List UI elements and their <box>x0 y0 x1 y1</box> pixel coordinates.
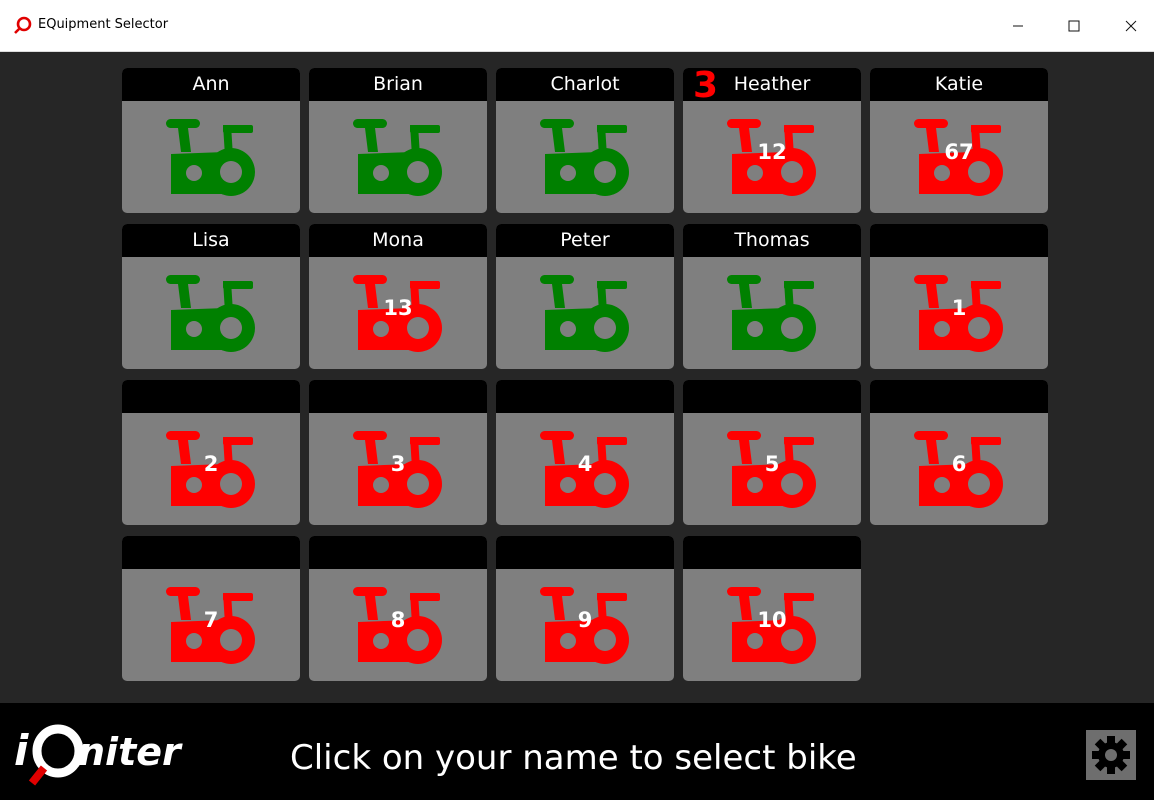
bike-number: 3 <box>390 452 406 476</box>
tile-name-label: Mona <box>309 224 487 257</box>
bike-tile[interactable]: Brian <box>309 68 487 213</box>
tile-name-label: Brian <box>309 68 487 101</box>
tile-name-label <box>870 224 1048 257</box>
bike-number: 5 <box>764 452 780 476</box>
bike-tile[interactable]: 8 <box>309 536 487 681</box>
bike-tile[interactable]: 2 <box>122 380 300 525</box>
bike-number: 6 <box>951 452 967 476</box>
bike-tile[interactable]: 9 <box>496 536 674 681</box>
maximize-icon <box>1068 20 1080 32</box>
tile-name-label <box>870 380 1048 413</box>
settings-button[interactable] <box>1086 730 1136 780</box>
gear-icon <box>1092 736 1130 774</box>
minimize-button[interactable] <box>995 0 1041 52</box>
tile-name-label: Katie <box>870 68 1048 101</box>
bike-tile[interactable]: 1 <box>870 224 1048 369</box>
bike-tile[interactable]: Charlot <box>496 68 674 213</box>
exercise-bike-icon <box>166 119 255 196</box>
close-icon <box>1125 20 1137 32</box>
bike-tile[interactable]: Ann <box>122 68 300 213</box>
exercise-bike-icon <box>353 119 442 196</box>
bike-tile[interactable]: 10 <box>683 536 861 681</box>
bike-tile[interactable]: 7 <box>122 536 300 681</box>
bike-number: 10 <box>757 608 787 632</box>
bike-tile[interactable]: Lisa <box>122 224 300 369</box>
equipment-grid: Ann Brian Charlot Heather 12 Katie 67 Lisa Mona 1… <box>0 53 1154 703</box>
iqniter-logo: i niter <box>14 724 183 786</box>
bike-number: 67 <box>944 140 974 164</box>
tile-name-label <box>496 536 674 569</box>
bike-tile[interactable]: Mona 13 <box>309 224 487 369</box>
tile-name-label <box>122 536 300 569</box>
app-logo-icon <box>14 16 32 34</box>
exercise-bike-icon <box>727 275 816 352</box>
bike-tile[interactable]: 5 <box>683 380 861 525</box>
exercise-bike-icon <box>540 275 629 352</box>
window-title: EQuipment Selector <box>38 17 169 32</box>
instruction-text: Click on your name to select bike <box>290 738 857 778</box>
bike-number: 13 <box>383 296 413 320</box>
tile-name-label <box>309 536 487 569</box>
close-button[interactable] <box>1108 0 1154 52</box>
tile-name-label: Ann <box>122 68 300 101</box>
tile-name-label: Peter <box>496 224 674 257</box>
tile-name-label: Charlot <box>496 68 674 101</box>
footer-bar: i niter Click on your name to select bik… <box>0 703 1154 800</box>
bike-number: 2 <box>203 452 219 476</box>
bike-tile[interactable]: 3 <box>309 380 487 525</box>
bike-tile[interactable]: Peter <box>496 224 674 369</box>
exercise-bike-icon <box>540 119 629 196</box>
bike-number: 9 <box>577 608 593 632</box>
tile-name-label <box>122 380 300 413</box>
bike-tile[interactable]: Thomas <box>683 224 861 369</box>
selection-count-badge: 3 <box>693 65 719 106</box>
maximize-button[interactable] <box>1051 0 1097 52</box>
bike-tile[interactable]: 6 <box>870 380 1048 525</box>
title-bar: EQuipment Selector <box>0 0 1154 52</box>
bike-tile[interactable]: 4 <box>496 380 674 525</box>
tile-name-label <box>309 380 487 413</box>
exercise-bike-icon <box>166 275 255 352</box>
bike-number: 7 <box>203 608 219 632</box>
bike-number: 1 <box>951 296 967 320</box>
bike-tile[interactable]: Katie 67 <box>870 68 1048 213</box>
bike-number: 12 <box>757 140 787 164</box>
svg-text:niter: niter <box>78 730 183 774</box>
tile-name-label <box>683 380 861 413</box>
bike-number: 8 <box>390 608 406 632</box>
tile-name-label <box>496 380 674 413</box>
svg-text:i: i <box>14 726 29 775</box>
tile-name-label: Thomas <box>683 224 861 257</box>
minimize-icon <box>1013 25 1023 27</box>
tile-name-label: Lisa <box>122 224 300 257</box>
bike-number: 4 <box>577 452 593 476</box>
tile-name-label <box>683 536 861 569</box>
